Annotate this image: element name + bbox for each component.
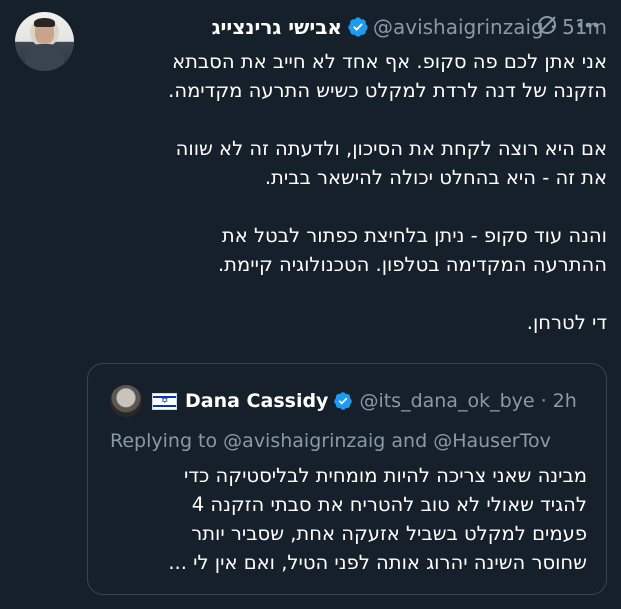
author-display-name[interactable]: אבישי גרינצייג bbox=[212, 15, 342, 39]
quoted-header-separator: · bbox=[540, 390, 547, 412]
quoted-author-handle[interactable]: @its_dana_ok_bye bbox=[359, 390, 534, 412]
tweet-paragraph: אם היא רוצה לקחת את הסיכון, ולדעתה זה לא… bbox=[87, 134, 607, 192]
tweet-line: והנה עוד סקופ - ניתן בלחיצת כפתור לבטל א… bbox=[221, 224, 607, 247]
author-handle[interactable]: @avishaigrinzaig bbox=[373, 15, 544, 39]
tweet-paragraph: די לטרחן. bbox=[87, 308, 607, 337]
more-dots-icon[interactable] bbox=[576, 14, 600, 36]
quoted-author-display-name[interactable]: Dana Cassidy bbox=[185, 390, 328, 412]
quoted-tweet-body: מבינה שאני צריכה להיות מומחית לבליסטיקה … bbox=[107, 461, 587, 577]
quoted-tweet-line: להגיד שאולי לא טוב להטריח את סבתי הזקנה … bbox=[191, 493, 587, 516]
tweet-line: אם היא רוצה לקחת את הסיכון, ולדעתה זה לא… bbox=[175, 137, 607, 160]
tweet-line: את זה - היא בהחלט יכולה להישאר בבית. bbox=[264, 166, 607, 189]
tweet-line: די לטרחן. bbox=[526, 311, 607, 334]
tweet-header: אבישי גרינצייג @avishaigrinzaig · 51m bbox=[86, 12, 607, 42]
quoted-tweet-line: שחוסר השינה יהרוג אותה לפני הטיל, ואם אי… bbox=[168, 551, 587, 574]
tweet-paragraph: והנה עוד סקופ - ניתן בלחיצת כפתור לבטל א… bbox=[87, 221, 607, 279]
author-avatar[interactable] bbox=[15, 12, 74, 71]
tweet-line: אני אתן לכם פה סקופ. אף אחד לא חייב את ה… bbox=[172, 50, 607, 73]
tweet-line: הזקנה של דנה לרדת למקלט כשיש התרעה מקדימ… bbox=[168, 79, 607, 102]
replying-to-line: Replying to @avishaigrinzaig and @Hauser… bbox=[110, 430, 551, 452]
mention-link[interactable]: @avishaigrinzaig bbox=[223, 430, 385, 452]
tweet-actions bbox=[536, 14, 600, 36]
quoted-tweet-line: פעמים למקלט בשביל אזעקה אחת, שסביר יותר bbox=[191, 522, 587, 545]
slashed-circle-icon[interactable] bbox=[536, 14, 558, 36]
verified-badge-icon bbox=[348, 17, 368, 37]
tweet-body: אני אתן לכם פה סקופ. אף אחד לא חייב את ה… bbox=[87, 47, 607, 337]
tweet-line: ההתרעה המקדימה בטלפון. הטכנולוגיה קיימת. bbox=[217, 253, 607, 276]
quoted-tweet-timestamp[interactable]: 2h bbox=[553, 390, 577, 412]
avatar-body-shape bbox=[25, 44, 64, 71]
israel-flag-icon: ✡ bbox=[152, 392, 177, 410]
quoted-tweet-header: ✡ Dana Cassidy @its_dana_ok_bye · 2h bbox=[110, 385, 577, 417]
tweet[interactable]: אבישי גרינצייג @avishaigrinzaig · 51m אנ… bbox=[0, 0, 621, 609]
replying-to-label: Replying to bbox=[110, 430, 218, 452]
replying-and-label: and bbox=[391, 430, 428, 452]
tweet-paragraph: אני אתן לכם פה סקופ. אף אחד לא חייב את ה… bbox=[87, 47, 607, 105]
verified-badge-icon bbox=[334, 392, 353, 410]
quoted-author-avatar[interactable] bbox=[110, 385, 142, 417]
quoted-tweet[interactable]: ✡ Dana Cassidy @its_dana_ok_bye · 2h Rep… bbox=[87, 363, 607, 595]
quoted-tweet-line: מבינה שאני צריכה להיות מומחית לבליסטיקה … bbox=[183, 464, 587, 487]
avatar-hair-shape bbox=[34, 18, 55, 27]
mention-link[interactable]: @HauserTov bbox=[433, 430, 551, 452]
